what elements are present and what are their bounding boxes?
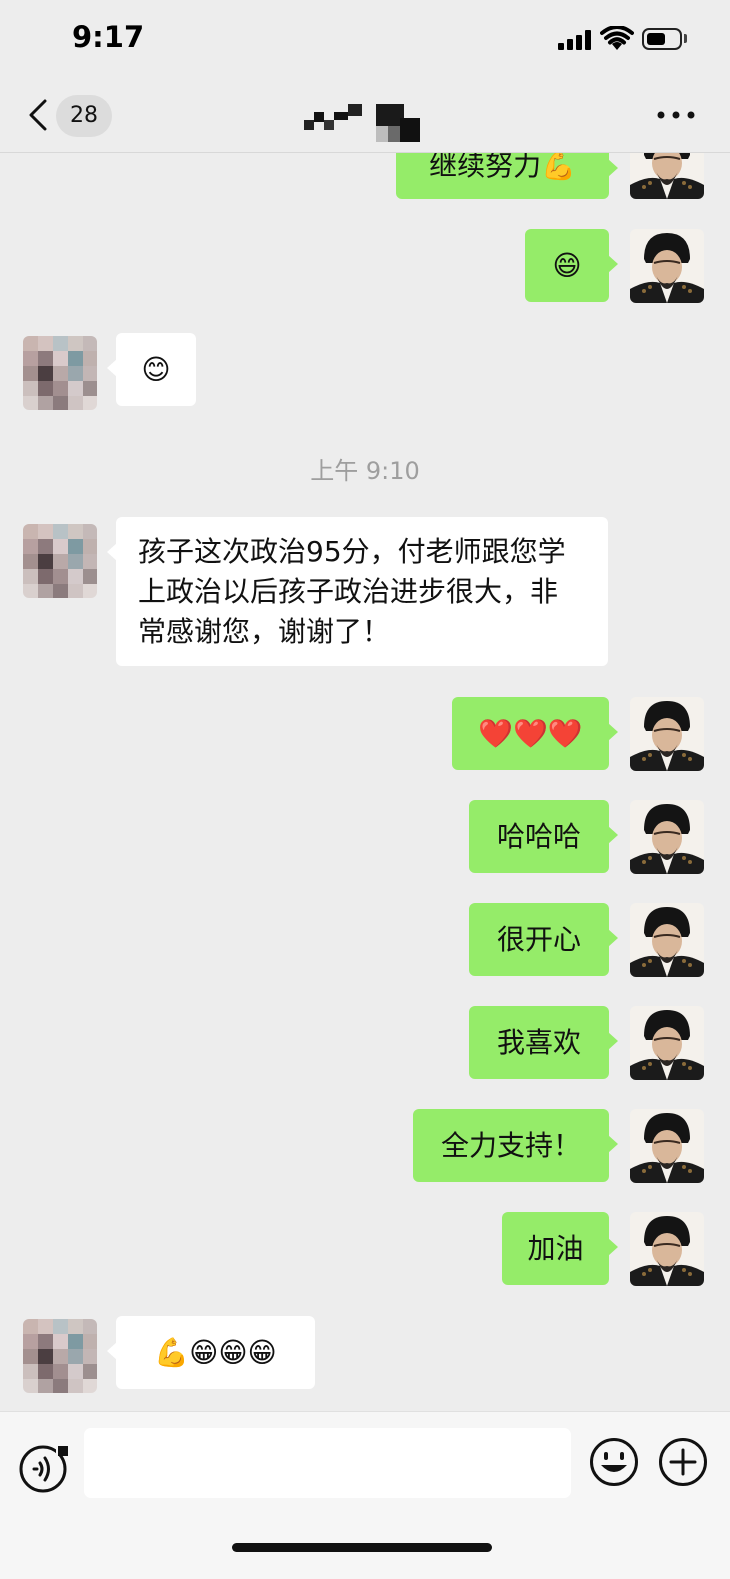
avatar[interactable] <box>630 153 704 199</box>
avatar[interactable] <box>630 1212 704 1286</box>
avatar[interactable] <box>630 1109 704 1183</box>
obscured-contact-name <box>304 104 420 142</box>
message-bubble[interactable]: 很开心 <box>469 903 618 976</box>
battery-icon <box>642 28 682 50</box>
message-bubble[interactable]: 我喜欢 <box>469 1006 618 1079</box>
message-input[interactable] <box>84 1428 571 1498</box>
status-time: 9:17 <box>72 20 145 54</box>
emoji-icon[interactable] <box>589 1437 639 1487</box>
avatar[interactable] <box>630 1006 704 1080</box>
input-bar <box>0 1411 730 1579</box>
status-bar: 9:17 <box>0 0 730 80</box>
voice-input-icon[interactable] <box>18 1440 72 1494</box>
avatar[interactable] <box>630 903 704 977</box>
avatar[interactable] <box>23 1319 97 1393</box>
plus-icon[interactable] <box>658 1437 708 1487</box>
unread-count-badge[interactable]: 28 <box>56 95 112 137</box>
chevron-left-icon[interactable] <box>26 98 50 132</box>
avatar[interactable] <box>23 524 97 598</box>
message-bubble[interactable]: 💪😁😁😁 <box>107 1316 315 1389</box>
avatar[interactable] <box>23 336 97 410</box>
chat-header: 28 <box>0 80 730 153</box>
message-bubble[interactable]: 哈哈哈 <box>469 800 618 873</box>
message-bubble[interactable]: 加油 <box>502 1212 618 1285</box>
message-bubble[interactable]: 继续努力💪 <box>396 153 618 199</box>
cellular-signal-icon <box>558 30 591 50</box>
home-indicator <box>232 1543 492 1552</box>
message-list[interactable]: 继续努力💪 😄 😊 上午 9:10 孩子这次政治95分，付老师跟您学上政治以后孩… <box>0 153 730 1411</box>
message-timestamp: 上午 9:10 <box>310 457 420 485</box>
message-bubble[interactable]: ❤️❤️❤️ <box>452 697 618 770</box>
avatar[interactable] <box>630 800 704 874</box>
message-bubble[interactable]: 😄 <box>525 229 618 302</box>
wifi-icon <box>600 26 634 50</box>
message-bubble[interactable]: 孩子这次政治95分，付老师跟您学上政治以后孩子政治进步很大，非常感谢您，谢谢了！ <box>107 517 608 666</box>
ellipsis-icon[interactable] <box>656 110 696 120</box>
avatar[interactable] <box>630 697 704 771</box>
avatar[interactable] <box>630 229 704 303</box>
battery-cap <box>684 34 687 43</box>
message-bubble[interactable]: 😊 <box>107 333 196 406</box>
message-bubble[interactable]: 全力支持！ <box>413 1109 618 1182</box>
